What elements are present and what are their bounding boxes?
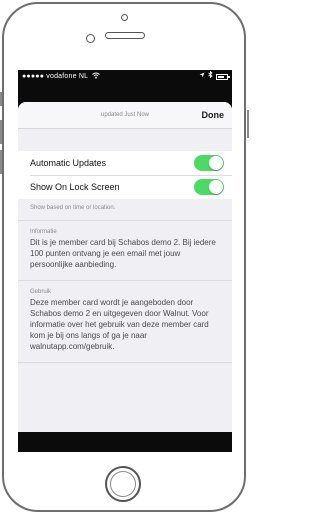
usage-title: Gebruik — [30, 289, 52, 295]
show-on-lock-screen-toggle[interactable] — [194, 179, 224, 195]
done-button[interactable]: Done — [202, 102, 225, 128]
automatic-updates-row: Automatic Updates — [18, 151, 232, 175]
usage-section: Gebruik Deze member card wordt je aangeb… — [18, 281, 232, 363]
location-arrow-icon — [199, 70, 205, 84]
wifi-icon — [92, 70, 100, 84]
volume-down-button — [0, 150, 2, 174]
lock-screen-footnote: Show based on time or location. — [18, 199, 232, 221]
info-body: Dit is je member card bij Schabos demo 2… — [30, 238, 216, 269]
toggle-knob — [209, 156, 223, 170]
home-button-ring — [110, 471, 136, 497]
earpiece-speaker — [105, 32, 145, 39]
usage-body: Deze member card wordt je aangeboden doo… — [30, 298, 209, 351]
power-button — [247, 110, 249, 138]
bluetooth-icon — [208, 70, 213, 84]
home-button[interactable] — [105, 466, 141, 502]
automatic-updates-toggle[interactable] — [194, 155, 224, 171]
battery-icon — [216, 74, 230, 80]
pass-details-sheet: updated Just Now Done Automatic Updates … — [18, 102, 232, 432]
info-section: Informatie Dit is je member card bij Sch… — [18, 221, 232, 281]
updated-label: updated Just Now — [100, 112, 150, 118]
carrier-label: ●●●●● vodafone NL — [22, 73, 89, 80]
status-right — [199, 70, 230, 84]
info-title: Informatie — [30, 229, 57, 235]
front-camera — [86, 34, 95, 43]
status-bar: ●●●●● vodafone NL — [18, 70, 232, 84]
sheet-header: updated Just Now Done — [18, 102, 232, 129]
toggle-knob — [209, 180, 223, 194]
battery-fill — [218, 76, 224, 78]
mute-switch — [0, 92, 2, 106]
show-on-lock-screen-label: Show On Lock Screen — [30, 182, 120, 192]
automatic-updates-label: Automatic Updates — [30, 158, 107, 168]
phone-screen: ●●●●● vodafone NL updated Just Now Done — [18, 70, 232, 452]
show-on-lock-screen-row: Show On Lock Screen — [18, 175, 232, 199]
proximity-sensor — [121, 14, 128, 21]
volume-up-button — [0, 120, 2, 144]
